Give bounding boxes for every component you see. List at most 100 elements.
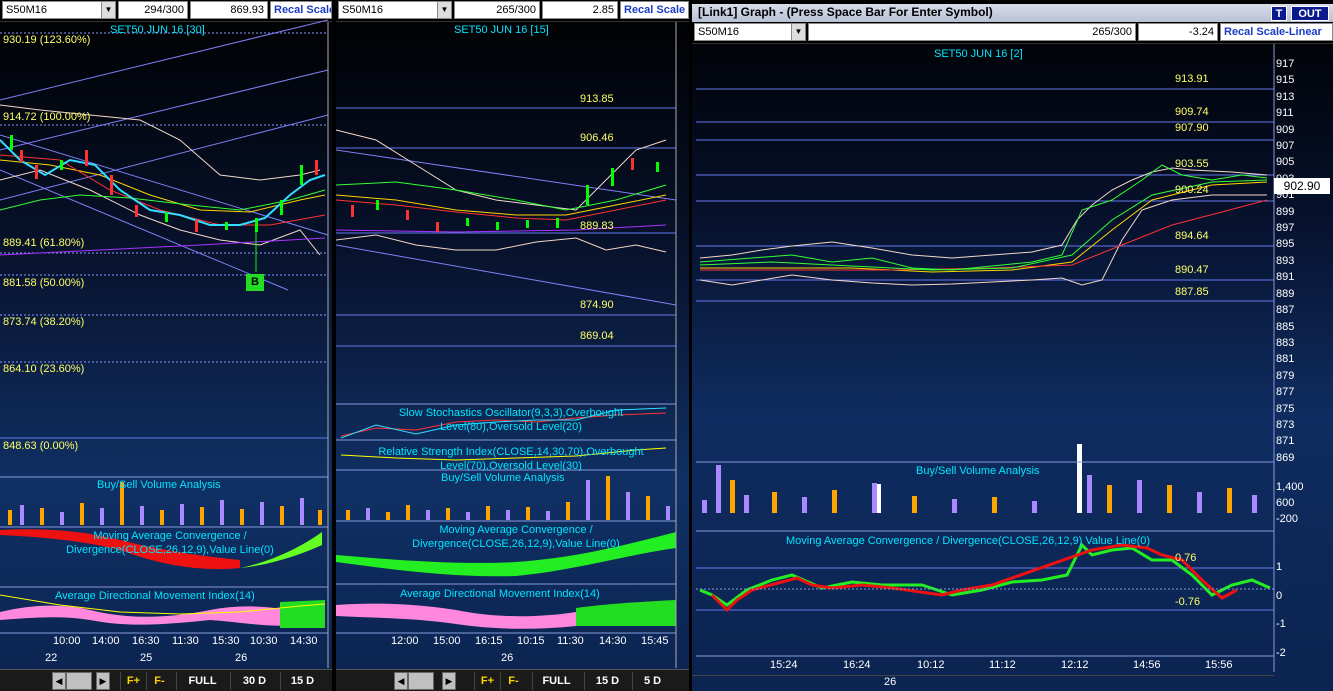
last-price-badge: 902.90	[1274, 178, 1330, 194]
toolbar-3: S50M16 ▼ 265/300 -3.24 Recal Scale-Linear	[692, 22, 1333, 44]
recal-scale-button[interactable]: Recal Scale-Linear	[1220, 23, 1333, 41]
chart-title: SET50 JUN 16 [15]	[454, 24, 549, 36]
price-tick: 915	[1276, 74, 1295, 87]
zoom-out-button[interactable]: F-	[146, 672, 172, 690]
scroll-left-button[interactable]: ◀	[394, 672, 408, 690]
chart-panel-2: S50M16 ▼ 265/300 2.85 Recal Scale SET50 …	[336, 0, 689, 691]
full-button[interactable]: FULL	[532, 672, 580, 690]
full-button[interactable]: FULL	[176, 672, 228, 690]
volume-tick: 600	[1276, 497, 1295, 509]
fib-level: 864.10 (23.60%)	[3, 363, 85, 375]
price-tick: 885	[1276, 320, 1295, 333]
macd-level: 0.76	[1175, 552, 1197, 564]
price-level: 907.90	[1175, 122, 1209, 134]
macd-title: Moving Average Convergence / Divergence(…	[66, 530, 274, 556]
volume-tick: 1,400	[1276, 481, 1304, 493]
price-tick: 887	[1276, 304, 1295, 317]
macd-tick: 1	[1276, 561, 1283, 573]
chart-title: SET50 JUN 16 [2]	[934, 48, 1023, 60]
chart-panel-1: S50M16 ▼ 294/300 869.93 Recal Scale SET5…	[0, 0, 332, 691]
time-tick: 10:12	[917, 659, 945, 671]
zoom-in-button[interactable]: F+	[474, 672, 500, 690]
price-axis: 917 915 913 911 909 907 905 903 901 899 …	[1276, 56, 1326, 466]
chart-title: SET50 JUN 16 [30]	[110, 24, 205, 36]
price-tick: 893	[1276, 254, 1295, 267]
range-15d-button[interactable]: 15 D	[280, 672, 324, 690]
chart-panel-3: S50M16 ▼ 265/300 -3.24 Recal Scale-Linear…	[692, 0, 1333, 691]
range-5d-button[interactable]: 5 D	[632, 672, 672, 690]
price-tick: 875	[1276, 402, 1295, 415]
time-tick: 16:24	[843, 659, 871, 671]
time-tick: 11:30	[172, 635, 199, 647]
time-axis: 15:24 16:24 10:12 11:12 12:12 14:56 15:5…	[692, 659, 1274, 673]
macd-tick: -1	[1276, 618, 1286, 630]
price-level: 887.85	[1175, 286, 1209, 298]
price-tick: 913	[1276, 90, 1295, 103]
bottom-toolbar-1: ◀ ▶ F+ F- FULL 30 D 15 D	[0, 669, 332, 691]
time-tick: 15:30	[212, 635, 240, 647]
time-tick: 14:30	[599, 635, 627, 647]
chevron-down-icon[interactable]: ▼	[791, 24, 805, 40]
volume-title: Buy/Sell Volume Analysis	[97, 479, 221, 491]
out-button[interactable]: OUT	[1291, 6, 1329, 21]
adx-title: Average Directional Movement Index(14)	[55, 590, 255, 602]
price-tick: 905	[1276, 156, 1295, 169]
scrollbar-thumb[interactable]	[408, 672, 434, 690]
price-tick: 873	[1276, 418, 1295, 431]
date-axis: 26	[336, 652, 676, 666]
date-axis: 22 25 26	[0, 652, 328, 666]
price-tick: 869	[1276, 451, 1295, 464]
zoom-out-button[interactable]: F-	[500, 672, 526, 690]
time-tick: 16:30	[132, 635, 160, 647]
time-tick: 12:00	[391, 635, 419, 647]
price-tick: 877	[1276, 386, 1295, 399]
adx-area-2	[336, 603, 576, 629]
macd-title: Moving Average Convergence / Divergence(…	[786, 535, 1151, 547]
date-tick: 26	[235, 652, 248, 664]
toggle-button[interactable]: T	[1271, 6, 1287, 21]
price-tick: 911	[1276, 107, 1294, 120]
scroll-right-button[interactable]: ▶	[442, 672, 456, 690]
price-level: 913.91	[1175, 73, 1209, 85]
macd-tick: 0	[1276, 589, 1283, 602]
price-tick: 897	[1276, 222, 1295, 235]
time-tick: 10:00	[53, 635, 81, 647]
time-tick: 15:00	[433, 635, 461, 647]
date-tick: 22	[45, 652, 58, 664]
price-level: 874.90	[580, 299, 614, 311]
scroll-right-button[interactable]: ▶	[96, 672, 110, 690]
time-axis: 12:00 15:00 16:15 10:15 11:30 14:30 15:4…	[336, 635, 676, 649]
macd-level: -0.76	[1175, 596, 1201, 608]
window-title: [Link1] Graph - (Press Space Bar For Ent…	[698, 5, 993, 19]
bottom-toolbar-2: ◀ ▶ F+ F- FULL 15 D 5 D	[336, 669, 689, 691]
price-tick: 881	[1276, 353, 1295, 366]
chart-canvas-1	[0, 19, 329, 668]
scroll-left-button[interactable]: ◀	[52, 672, 66, 690]
range-30d-button[interactable]: 30 D	[230, 672, 278, 690]
price-level: 903.55	[1175, 158, 1209, 170]
price-tick: 889	[1276, 287, 1295, 300]
stoch-title: Slow Stochastics Oscillator(9,3,3),Overb…	[398, 407, 624, 433]
price-tick: 871	[1276, 435, 1295, 448]
symbol-select[interactable]: S50M16 ▼	[694, 23, 806, 41]
volume-title: Buy/Sell Volume Analysis	[441, 472, 565, 484]
scrollbar-thumb[interactable]	[66, 672, 92, 690]
zoom-in-button[interactable]: F+	[120, 672, 146, 690]
price-tick: 899	[1276, 205, 1295, 218]
adx-title: Average Directional Movement Index(14)	[400, 588, 600, 600]
macd-title: Moving Average Convergence / Divergence(…	[412, 524, 620, 550]
fib-level: 848.63 (0.00%)	[3, 440, 79, 452]
window-title-bar[interactable]: [Link1] Graph - (Press Space Bar For Ent…	[692, 4, 1333, 22]
volume-bars-3	[702, 444, 1257, 513]
range-15d-button[interactable]: 15 D	[584, 672, 630, 690]
fib-level: 881.58 (50.00%)	[3, 277, 85, 289]
price-tick: 879	[1276, 369, 1295, 382]
date-axis: 26	[692, 675, 1274, 689]
price-level: 909.74	[1175, 106, 1209, 118]
price-level: 890.47	[1175, 264, 1209, 276]
rsi-title: Relative Strength Index(CLOSE,14,30,70),…	[378, 446, 644, 471]
fib-level: 930.19 (123.60%)	[3, 34, 91, 46]
price-tick: 909	[1276, 123, 1295, 136]
price-tick: 917	[1276, 58, 1295, 70]
price-level: 869.04	[580, 330, 614, 342]
